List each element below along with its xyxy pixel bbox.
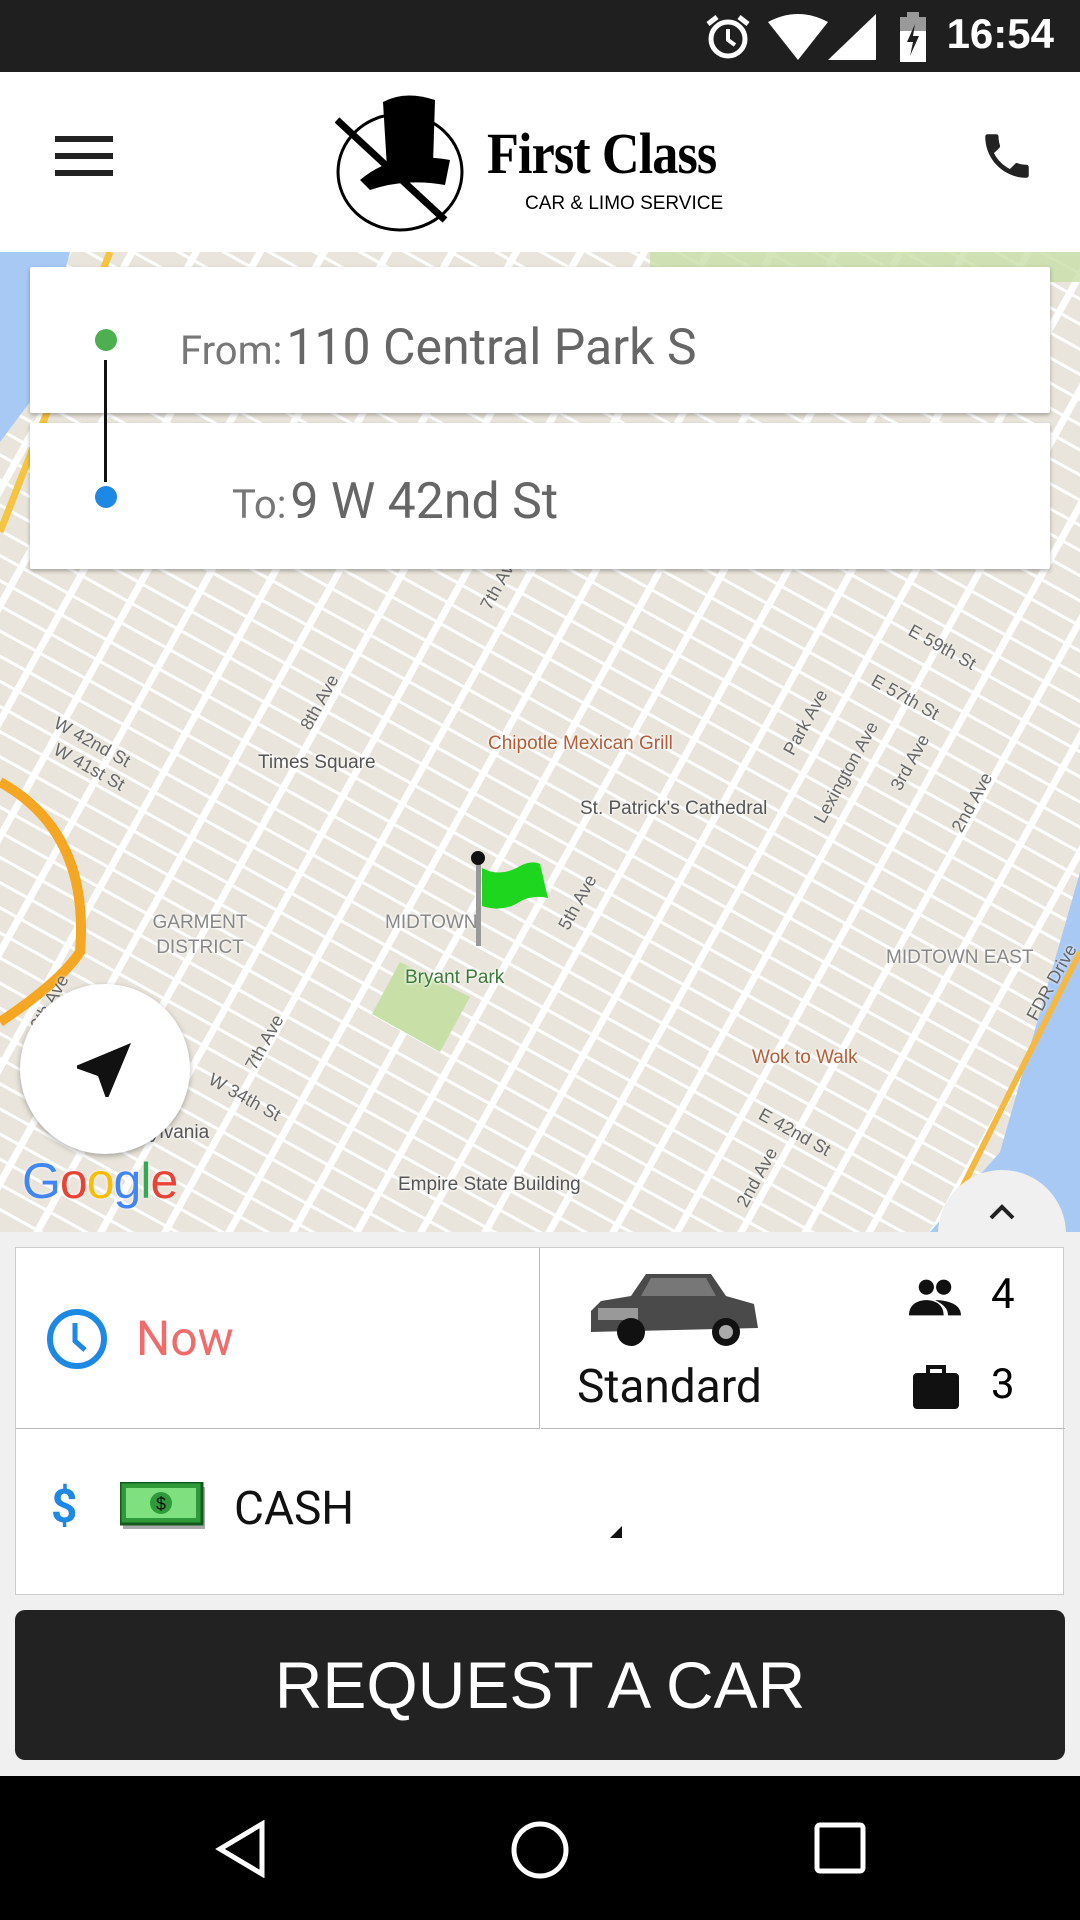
cash-bill-icon: $ [120,1482,205,1529]
app-header: First Class CAR & LIMO SERVICE [0,72,1080,252]
map-label: GARMENT DISTRICT [152,912,248,958]
green-flag-icon[interactable] [470,850,560,950]
from-field[interactable]: From: 110 Central Park S [30,267,1050,413]
hamburger-icon[interactable] [55,134,113,178]
logo-subtitle: CAR & LIMO SERVICE [525,193,724,214]
clock: 16:54 [946,10,1054,57]
dollar-icon: $ [51,1480,78,1534]
trip-options-panel: Now Standard 4 3 $ $ CASH [15,1247,1065,1596]
sedan-car-image [591,1274,758,1346]
passenger-count: 4 [991,1270,1015,1319]
luggage-icon [913,1365,959,1409]
status-bar: 16:54 [0,0,1080,72]
luggage-count: 3 [991,1360,1015,1409]
map-label: MIDTOWN [385,912,478,933]
origin-dot-icon [95,329,117,351]
dropdown-arrow-icon [610,1526,622,1538]
map-label: Wok to Walk [752,1047,858,1068]
map-label: MIDTOWN EAST [886,947,1034,968]
chevron-up-icon [989,1204,1015,1220]
map-label: Times Square [258,752,376,773]
payment-method-value: CASH [234,1482,355,1536]
map-label: Chipotle Mexican Grill [488,733,673,754]
passengers-icon [909,1279,961,1316]
map-label: Bryant Park [405,967,505,988]
vehicle-selector[interactable]: Standard 4 3 [541,1248,1065,1429]
back-icon[interactable] [212,1820,270,1878]
clock-icon [47,1309,107,1369]
recents-icon[interactable] [814,1822,866,1874]
phone-icon[interactable] [978,127,1036,185]
map-label: St. Patrick's Cathedral [580,798,768,819]
home-icon[interactable] [510,1820,570,1880]
vehicle-name: Standard [577,1360,762,1414]
destination-dot-icon [95,486,117,508]
route-connector [104,360,107,482]
logo-title: First Class [487,121,717,186]
to-field[interactable]: To: 9 W 42nd St [30,423,1050,569]
signal-icon [828,14,876,60]
pickup-time-selector[interactable]: Now [16,1248,540,1429]
wifi-icon [768,14,828,60]
battery-charging-icon [900,12,926,62]
map-label: Empire State Building [398,1174,581,1195]
navigation-bar [0,1776,1080,1920]
from-label: From: [180,327,283,374]
logo: First Class CAR & LIMO SERVICE [335,90,745,235]
from-value: 110 Central Park S [286,319,697,377]
to-label: To: [232,481,287,528]
payment-method-selector[interactable]: $ $ CASH [16,1430,1063,1596]
my-location-button[interactable] [20,984,190,1154]
alarm-icon [706,15,750,59]
request-car-button[interactable]: REQUEST A CAR [15,1610,1065,1760]
navigation-arrow-icon [77,1043,131,1097]
google-attribution: Google [22,1153,178,1209]
pickup-time-value: Now [136,1310,234,1367]
svg-text:$: $ [156,1494,166,1514]
to-value: 9 W 42nd St [290,473,559,531]
